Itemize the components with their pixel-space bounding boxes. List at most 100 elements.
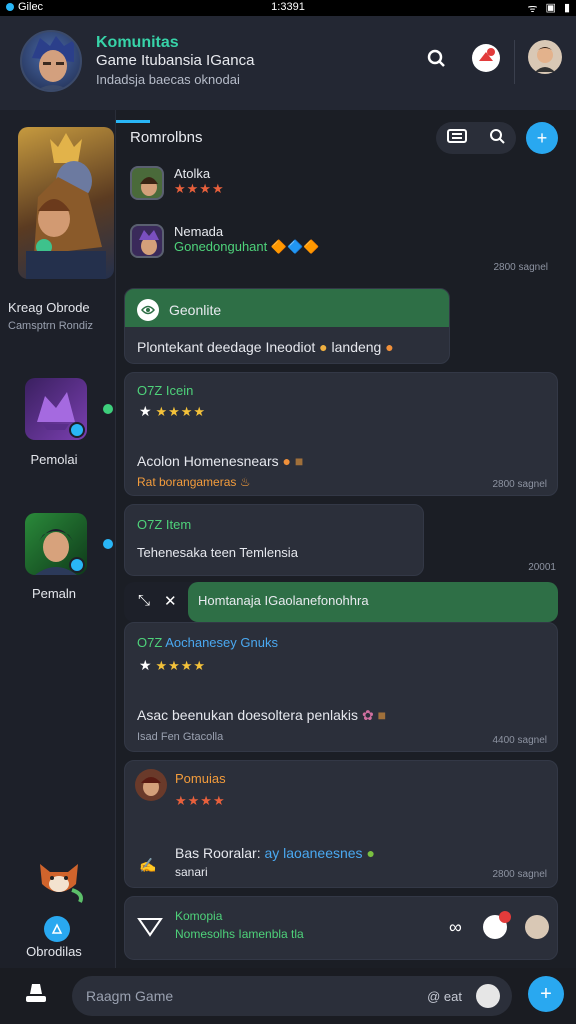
banner-row: ⤡ ✕ Homtanaja IGaolanefonohhra [124,582,558,622]
profile-avatar[interactable] [525,915,549,939]
online-dot-icon [103,539,113,549]
verified-badge-icon [69,557,85,573]
meta-text: 2800 sagnel [493,262,549,273]
search-icon[interactable] [489,128,505,149]
search-icon[interactable] [422,44,450,72]
hero-artwork[interactable] [18,127,114,279]
list-item[interactable]: Nemada Gonedonguhant 🔶🔷🔶 [130,224,319,258]
mascot-fox-icon [32,850,86,904]
card-rating: ★★★★ [155,404,207,419]
card-label: Aochanesey Gnuks [165,635,278,650]
message-card[interactable]: Komopia Nomesolhs Iamenbla tla ∞ [124,896,558,960]
status-icons: ᯤ ▣ ▮ [527,1,570,16]
add-button[interactable]: + [526,122,558,154]
card-sub: sanari [175,865,208,879]
sidebar-item-label[interactable]: Pemolai [0,452,108,467]
message-card[interactable]: O7Z Aochanesey Gnuks ★ ★★★★ Asac beenuka… [124,622,558,752]
wifi-icon: ᯤ [527,3,538,15]
input-placeholder: Raagm Game [86,988,174,1004]
list-item[interactable]: Atolka ★★★★ [130,166,225,200]
player-name: Atolka [174,166,211,181]
main-panel: Romrolbns + Atolka ★★★★ Nemada Gonedongu… [116,110,576,968]
card-tag: O7Z [137,383,163,398]
card-label: Icein [165,383,194,398]
send-button[interactable]: + [528,976,564,1012]
emoji-icon: ● [319,339,328,355]
card-body: Plontekant deedage Ineodiot [137,339,316,355]
banner-text[interactable]: Homtanaja IGaolanefonohhra [188,582,558,622]
card-header: Geonlite [169,302,222,318]
grid-icon[interactable] [447,128,467,149]
verified-badge-icon [69,422,85,438]
card-body-tail: ay laoaneesnes [264,845,363,861]
player-name: Pomuias [175,771,226,786]
card-body: Acolon Homenesnears [137,453,279,469]
sidebar-item-label[interactable]: Pemaln [0,586,108,601]
player-name: Nemada [174,224,224,239]
player-rating: ★★★★ [174,181,225,196]
game-controller-icon[interactable] [24,982,48,1013]
card-title: Komopia [175,909,223,923]
card-tag: O7Z [137,635,163,650]
sidebar-bottom-label[interactable]: Obrodilas [0,944,108,959]
player-note: Gonedonguhant [174,239,268,254]
header-subtitle: Game Itubansia IGanca [96,52,255,69]
card-body: Tehenesaka teen Temlensia [137,545,298,560]
star-icon: ★ [139,403,152,419]
main-title: Romrolbns [130,129,203,146]
player-avatar [130,224,164,258]
card-rating: ★★★★ [155,658,207,673]
bottom-bar: Raagm Game @ eat + [0,968,576,1024]
card-body-tail: landeng [331,339,382,355]
hand-icon: ✍ [139,857,157,873]
meta-text: 2800 sagnel [492,869,548,880]
player-avatar [135,769,167,801]
emoji-icon: ■ [294,453,304,469]
message-card[interactable]: O7Z Item Tehenesaka teen Temlensia [124,504,424,576]
emoji-icon: ✿ [361,707,374,723]
left-sidebar: Kreag Obrode Camsptrn Rondiz Pemolai Pem… [0,110,116,968]
emoji-icon: ♨ [239,475,251,489]
message-card[interactable]: Geonlite Plontekant deedage Ineodiot ● l… [124,288,450,364]
toolbar [436,122,516,154]
emoji-icon: ● [282,453,291,469]
close-icon[interactable]: ✕ [164,592,177,610]
card-rating: ★★★★ [175,793,226,808]
card-body: Asac beenukan doesoltera penlakis [137,707,359,723]
card-tag: O7Z [137,517,163,532]
card-sub: Rat borangameras [137,475,237,489]
meta-text: 4400 sagnel [492,735,548,746]
link-icon[interactable]: ∞ [449,917,462,938]
emoji-icon: ■ [377,707,387,723]
emoji-icon: ● [385,339,394,355]
status-time: 1:3391 [271,1,305,13]
eye-icon [137,299,159,321]
sidebar-item-pemolai-icon[interactable] [25,378,87,440]
card-label: Item [165,517,192,532]
compass-icon[interactable] [44,916,70,942]
emoji-picker-icon[interactable] [476,984,500,1008]
player-emojis: 🔶🔷🔶 [270,239,320,254]
message-card[interactable]: Pomuias ★★★★ ✍ Bas Rooralar: ay laoanees… [124,760,558,888]
header-subtitle-secondary: Indadsja baecas oknodai [96,72,240,87]
emoji-icon: ● [366,845,375,861]
hero-name: Kreag Obrode [8,300,90,315]
status-bar: Gilec 1:3391 ᯤ ▣ ▮ [0,0,576,16]
hero-subtitle: Camsptrn Rondiz [8,320,93,332]
collapse-icon[interactable]: ⤡ [138,592,150,609]
message-card[interactable]: O7Z Icein ★ ★★★★ Acolon Homenesnears ● ■… [124,372,558,496]
header: Komunitas Game Itubansia IGanca Indadsja… [0,16,576,123]
star-icon: ★ [139,657,152,673]
profile-avatar[interactable] [528,40,562,74]
notification-icon[interactable] [483,911,511,939]
battery-icon: ▮ [563,2,570,14]
input-right-label: @ eat [427,988,462,1004]
header-divider [514,40,515,84]
player-avatar [130,166,164,200]
community-avatar[interactable] [20,30,82,92]
sidebar-item-pemaln-icon[interactable] [25,513,87,575]
sim-icon: ▣ [545,2,556,14]
shield-icon [137,915,163,942]
notification-icon[interactable] [472,44,500,72]
message-input[interactable]: Raagm Game @ eat [72,976,512,1016]
